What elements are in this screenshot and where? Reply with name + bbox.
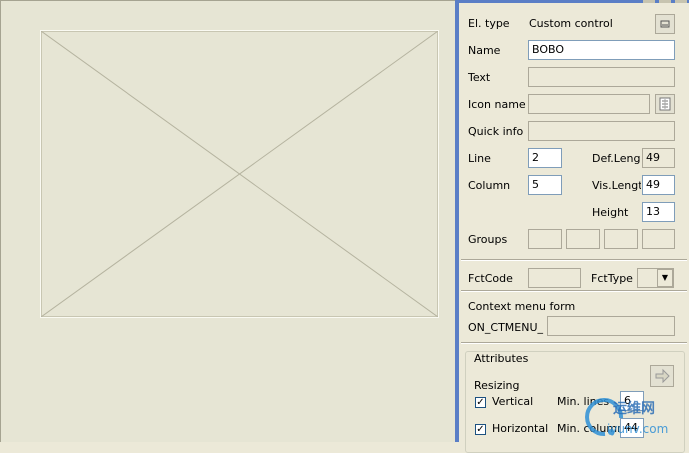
line-field[interactable]: 2 bbox=[528, 148, 562, 168]
panel-top-button[interactable] bbox=[659, 0, 671, 3]
text-label: Text bbox=[468, 71, 491, 84]
text-field[interactable] bbox=[528, 67, 675, 87]
arrow-right-icon bbox=[655, 368, 670, 384]
icon-name-label: Icon name bbox=[468, 98, 526, 111]
icon-name-field[interactable] bbox=[528, 94, 650, 114]
quick-info-label: Quick info bbox=[468, 125, 524, 138]
group-field-3[interactable] bbox=[604, 229, 638, 249]
panel-divider bbox=[461, 342, 687, 344]
element-type-button[interactable] bbox=[655, 14, 675, 34]
watermark-cn-text: 运维网 bbox=[613, 401, 655, 417]
attributes-next-button[interactable] bbox=[650, 365, 674, 387]
group-field-2[interactable] bbox=[566, 229, 600, 249]
def-length-label: Def.Lengt bbox=[592, 152, 640, 165]
horizontal-label: Horizontal bbox=[492, 422, 549, 435]
height-label: Height bbox=[592, 206, 629, 219]
groups-label: Groups bbox=[468, 233, 508, 246]
group-field-1[interactable] bbox=[528, 229, 562, 249]
panel-divider bbox=[461, 290, 687, 292]
fctcode-field[interactable] bbox=[528, 268, 581, 288]
panel-top-button[interactable] bbox=[675, 0, 687, 3]
site-watermark: 运维网 iyunv.com bbox=[585, 392, 689, 442]
column-label: Column bbox=[468, 179, 511, 192]
name-field[interactable]: BOBO bbox=[528, 40, 675, 60]
fcttype-label: FctType bbox=[591, 272, 633, 285]
column-field[interactable]: 5 bbox=[528, 175, 562, 195]
el-type-label: El. type bbox=[468, 17, 510, 30]
on-ctmenu-label: ON_CTMENU_ bbox=[468, 321, 544, 334]
context-menu-field[interactable] bbox=[547, 316, 675, 336]
name-label: Name bbox=[468, 44, 501, 57]
panel-divider bbox=[461, 259, 687, 261]
custom-control-placeholder[interactable] bbox=[40, 30, 439, 318]
placeholder-cross bbox=[41, 31, 438, 317]
fctcode-label: FctCode bbox=[468, 272, 513, 285]
layout-canvas[interactable] bbox=[0, 0, 455, 442]
quick-info-field[interactable] bbox=[528, 121, 675, 141]
def-length-field[interactable]: 49 bbox=[642, 148, 675, 168]
vis-length-field[interactable]: 49 bbox=[642, 175, 675, 195]
el-type-value: Custom control bbox=[529, 17, 613, 30]
panel-top-button[interactable] bbox=[643, 0, 655, 3]
icon-browse-button[interactable] bbox=[655, 94, 675, 114]
vis-length-label: Vis.Length bbox=[592, 179, 641, 192]
line-label: Line bbox=[468, 152, 491, 165]
minimize-icon bbox=[660, 20, 670, 28]
attributes-group-title: Attributes bbox=[472, 352, 531, 365]
list-icon bbox=[659, 97, 671, 111]
chevron-down-icon[interactable]: ▼ bbox=[657, 269, 673, 287]
height-field[interactable]: 13 bbox=[642, 202, 675, 222]
horizontal-checkbox[interactable]: ✓ bbox=[475, 424, 486, 435]
resizing-label: Resizing bbox=[474, 379, 520, 392]
group-field-4[interactable] bbox=[642, 229, 675, 249]
watermark-url-text: iyunv.com bbox=[607, 422, 669, 436]
context-menu-label: Context menu form bbox=[468, 300, 576, 313]
fcttype-select[interactable]: ▼ bbox=[637, 268, 674, 288]
vertical-label: Vertical bbox=[492, 395, 534, 408]
vertical-checkbox[interactable]: ✓ bbox=[475, 397, 486, 408]
